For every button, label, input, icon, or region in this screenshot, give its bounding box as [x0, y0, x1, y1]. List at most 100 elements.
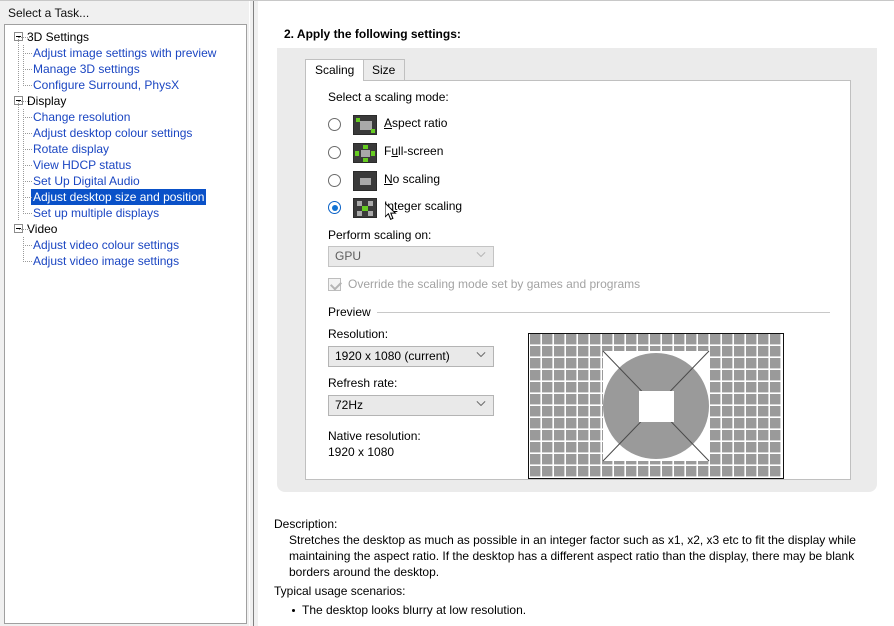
radio-aspect-ratio[interactable] [328, 118, 341, 131]
tree-connector [23, 53, 32, 54]
tree-connector [23, 205, 24, 213]
tree-item-label: Set Up Digital Audio [33, 174, 140, 188]
label-aspect-ratio: Aspect ratio [384, 116, 448, 130]
tree-connector [19, 37, 30, 38]
description-title: Description: [274, 517, 338, 531]
tab-scaling[interactable]: Scaling [305, 59, 365, 81]
usage-scenarios-title: Typical usage scenarios: [274, 584, 406, 598]
pane-splitter[interactable] [249, 1, 258, 626]
select-scaling-mode-label: Select a scaling mode: [328, 90, 449, 104]
tree-item-label: Adjust image settings with preview [33, 46, 217, 60]
tree-connector [18, 37, 19, 93]
tree-connector [18, 101, 19, 221]
settings-content-pane: 2. Apply the following settings: Scaling… [258, 1, 894, 626]
sidebar-item-adjust-video-colour-settings[interactable]: Adjust video colour settings [5, 237, 246, 253]
tree-item-label: Manage 3D settings [33, 62, 140, 76]
tree-connector [23, 117, 32, 118]
task-sidebar: Select a Task... 3D Settings Adjust image… [0, 1, 249, 626]
tree-connector [23, 77, 24, 85]
radio-integer-scaling[interactable] [328, 201, 341, 214]
sidebar-item-manage-3d-settings[interactable]: Manage 3D settings [5, 61, 246, 77]
refresh-rate-value: 72Hz [335, 398, 364, 412]
task-tree[interactable]: 3D Settings Adjust image settings with pr… [4, 24, 247, 624]
sidebar-item-view-hdcp-status[interactable]: View HDCP status [5, 157, 246, 173]
chevron-down-icon [477, 353, 485, 361]
tree-group-1[interactable]: Display [5, 93, 246, 109]
sidebar-item-adjust-video-image-settings[interactable]: Adjust video image settings [5, 253, 246, 269]
perform-scaling-on-label: Perform scaling on: [328, 228, 432, 242]
refresh-rate-dropdown[interactable]: 72Hz [328, 395, 494, 416]
tree-connector [23, 69, 32, 70]
tree-group-label: Display [27, 94, 67, 108]
usage-scenarios-list: The desktop looks blurry at low resoluti… [290, 602, 870, 618]
tree-item-label: Set up multiple displays [33, 206, 160, 220]
radio-no-scaling[interactable] [328, 174, 341, 187]
preview-test-pattern-svg [529, 334, 783, 478]
resolution-value: 1920 x 1080 (current) [335, 349, 450, 363]
tree-connector [23, 181, 32, 182]
tab-size[interactable]: Size [362, 59, 406, 80]
checkbox-override-scaling-mode[interactable] [328, 278, 343, 291]
native-resolution-value: 1920 x 1080 [328, 445, 395, 459]
sidebar-item-rotate-display[interactable]: Rotate display [5, 141, 246, 157]
tree-connector [23, 261, 32, 262]
perform-scaling-on-dropdown[interactable]: GPU [328, 246, 494, 267]
sidebar-item-configure-surround-physx[interactable]: Configure Surround, PhysX [5, 77, 246, 93]
chevron-down-icon [477, 402, 485, 410]
preview-group-rule [328, 312, 830, 313]
chevron-down-icon [477, 253, 485, 261]
perform-scaling-on-value: GPU [335, 249, 362, 263]
tree-connector [23, 85, 32, 86]
integer-scaling-icon [353, 198, 377, 218]
tree-connector [23, 197, 32, 198]
aspect-ratio-icon [353, 115, 377, 135]
tree-connector [19, 101, 30, 102]
select-task-label: Select a Task... [8, 6, 90, 20]
tree-item-label: Adjust desktop size and position [31, 189, 207, 205]
label-no-scaling: No scaling [384, 172, 441, 186]
tree-item-label: Adjust video image settings [33, 254, 180, 268]
description-body: Stretches the desktop as much as possibl… [289, 533, 856, 579]
no-scaling-icon [353, 171, 377, 191]
resolution-label: Resolution: [328, 327, 389, 341]
tree-group-label: Video [27, 222, 58, 236]
preview-group-legend: Preview [328, 305, 377, 319]
tree-connector [23, 133, 32, 134]
check-icon [329, 278, 343, 291]
tree-group-label: 3D Settings [27, 30, 90, 44]
tree-item-label: Configure Surround, PhysX [33, 78, 180, 92]
tree-item-label: Change resolution [33, 110, 131, 124]
sidebar-item-adjust-desktop-size-and-position[interactable]: Adjust desktop size and position [5, 189, 246, 205]
label-integer-scaling: Integer scaling [384, 199, 463, 213]
tree-group-2[interactable]: Video [5, 221, 246, 237]
sidebar-item-set-up-digital-audio[interactable]: Set Up Digital Audio [5, 173, 246, 189]
tree-item-label: Adjust desktop colour settings [33, 126, 193, 140]
sidebar-item-adjust-image-settings-with-preview[interactable]: Adjust image settings with preview [5, 45, 246, 61]
tree-item-label: View HDCP status [33, 158, 132, 172]
preview-test-pattern [528, 333, 784, 479]
tree-connector [23, 165, 32, 166]
tree-connector [23, 253, 24, 261]
resolution-dropdown[interactable]: 1920 x 1080 (current) [328, 346, 494, 367]
full-screen-icon [353, 143, 377, 163]
tree-connector [19, 229, 30, 230]
sidebar-item-set-up-multiple-displays[interactable]: Set up multiple displays [5, 205, 246, 221]
native-resolution-label: Native resolution: [328, 429, 421, 443]
tree-connector [23, 245, 32, 246]
sidebar-item-change-resolution[interactable]: Change resolution [5, 109, 246, 125]
refresh-rate-label: Refresh rate: [328, 376, 398, 390]
sidebar-item-adjust-desktop-colour-settings[interactable]: Adjust desktop colour settings [5, 125, 246, 141]
tree-item-label: Adjust video colour settings [33, 238, 180, 252]
list-item: The desktop looks blurry at low resoluti… [290, 602, 870, 618]
scaling-tab-panel: Select a scaling mode: Aspect ratio Full… [305, 80, 851, 480]
label-full-screen: Full-screen [384, 144, 444, 158]
radio-full-screen[interactable] [328, 146, 341, 159]
tree-connector [23, 213, 32, 214]
nvidia-control-panel-window: Select a Task... 3D Settings Adjust image… [0, 0, 894, 626]
tree-group-0[interactable]: 3D Settings [5, 29, 246, 45]
page-title: 2. Apply the following settings: [284, 27, 461, 41]
tree-connector [23, 149, 32, 150]
tree-item-label: Rotate display [33, 142, 110, 156]
splitter-bar [253, 1, 254, 626]
label-override-scaling-mode: Override the scaling mode set by games a… [348, 277, 641, 291]
